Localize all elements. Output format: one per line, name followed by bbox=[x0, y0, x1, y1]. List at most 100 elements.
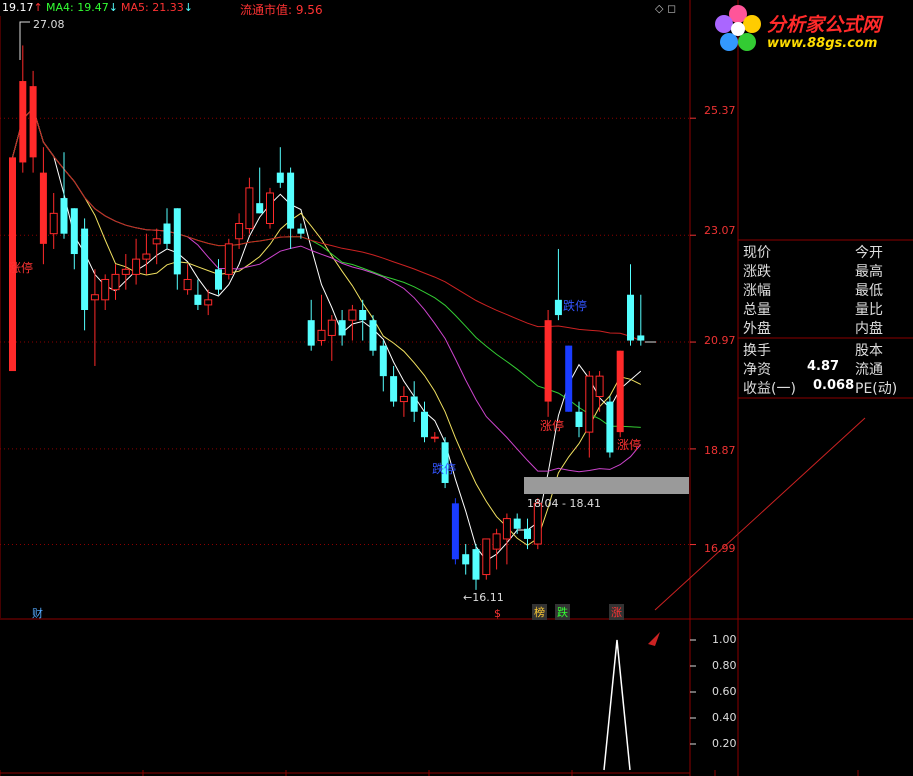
candle-body bbox=[327, 319, 336, 336]
candle-body bbox=[472, 549, 480, 580]
candle-body bbox=[142, 253, 151, 260]
window-control-icons[interactable]: ◇ ◻ bbox=[655, 2, 676, 15]
candle-body bbox=[70, 208, 78, 255]
quote-value: 0.068 bbox=[813, 378, 855, 393]
candle-body bbox=[359, 310, 367, 321]
candle-body bbox=[338, 320, 346, 336]
sub-axis-label: 0.20 bbox=[712, 737, 737, 750]
flower-logo-icon bbox=[715, 5, 761, 51]
candle-body bbox=[287, 172, 295, 229]
candle-body bbox=[379, 345, 387, 377]
ma-red-line bbox=[12, 107, 641, 342]
candle-body bbox=[430, 436, 439, 439]
indicator-spike-line bbox=[603, 639, 631, 771]
candle-body bbox=[276, 172, 284, 183]
candle-body bbox=[348, 309, 357, 321]
candle-body bbox=[90, 294, 99, 301]
limit-up-tag: 涨停 bbox=[540, 419, 565, 433]
event-marker[interactable]: $ bbox=[494, 607, 501, 620]
candle-body bbox=[544, 320, 552, 402]
candle-body bbox=[317, 329, 326, 342]
quote-label: PE(动) bbox=[855, 381, 898, 397]
arrow-head-icon bbox=[648, 632, 660, 646]
quote-label: 换手 bbox=[743, 343, 771, 359]
stock-chart-window: 19.17↑ MA4: 19.47↓ MA5: 21.33↓ 流通市值: 9.5… bbox=[0, 0, 913, 776]
candle-body bbox=[39, 172, 47, 244]
quote-label: 总量 bbox=[743, 302, 771, 318]
quote-label: 收益(一) bbox=[743, 381, 796, 397]
quote-label: 量比 bbox=[855, 302, 883, 318]
candle-body bbox=[121, 268, 130, 275]
finance-marker[interactable]: 财 bbox=[32, 605, 43, 621]
quote-value: 4.87 bbox=[807, 359, 840, 374]
candle-body bbox=[565, 345, 573, 412]
price-axis-label: 16.99 bbox=[704, 542, 736, 555]
candle-body bbox=[183, 278, 192, 291]
sub-axis-label: 0.40 bbox=[712, 711, 737, 724]
quote-label: 最高 bbox=[855, 264, 883, 280]
limit-up-tag: 涨停 bbox=[9, 261, 34, 275]
limit-down-marker[interactable]: 跌 bbox=[555, 604, 570, 620]
limit-down-tag: 跌停 bbox=[432, 462, 457, 476]
price-axis-label: 20.97 bbox=[704, 334, 736, 347]
candle-body bbox=[627, 294, 634, 341]
candle-body bbox=[451, 503, 459, 560]
candle-body bbox=[524, 528, 531, 539]
candle-body bbox=[266, 192, 274, 225]
quote-row: 换手 股本 bbox=[741, 340, 913, 359]
candle-body bbox=[60, 198, 68, 234]
candle-body bbox=[307, 320, 315, 346]
quote-label: 流通 bbox=[855, 362, 883, 378]
candle-body bbox=[369, 320, 377, 351]
price-axis-label: 25.37 bbox=[704, 104, 736, 117]
logo-title: 分析家公式网 bbox=[767, 14, 882, 36]
candle-body bbox=[235, 223, 244, 240]
ma4-value: MA4: 19.47↓ bbox=[46, 1, 118, 14]
candle-body bbox=[49, 212, 58, 235]
quote-row: 外盘 内盘 bbox=[741, 318, 913, 337]
price-range-box bbox=[524, 477, 689, 494]
candle-body bbox=[132, 258, 141, 275]
quote-row: 收益(一) 0.068 PE(动) bbox=[741, 378, 913, 397]
quote-row: 总量 量比 bbox=[741, 299, 913, 318]
quote-row: 涨跌 最高 bbox=[741, 261, 913, 280]
candle-body bbox=[256, 203, 264, 214]
range-label: 18.04 - 18.41 bbox=[527, 497, 601, 510]
sub-axis-label: 1.00 bbox=[712, 633, 737, 646]
candle-body bbox=[29, 86, 37, 158]
quote-label: 外盘 bbox=[743, 321, 771, 337]
candle-body bbox=[152, 238, 161, 245]
quote-label: 今开 bbox=[855, 245, 883, 261]
ma-first-value: 19.17↑ bbox=[2, 1, 43, 14]
candle-body bbox=[410, 396, 418, 412]
candle-body bbox=[554, 299, 562, 316]
price-axis-label: 18.87 bbox=[704, 444, 736, 457]
candle-body bbox=[173, 208, 181, 275]
quote-label: 最低 bbox=[855, 283, 883, 299]
candle-body bbox=[637, 335, 645, 341]
logo-url[interactable]: www.88gs.com bbox=[767, 36, 877, 51]
quote-label: 股本 bbox=[855, 343, 883, 359]
quote-label: 涨幅 bbox=[743, 283, 771, 299]
low-price-label: ←16.11 bbox=[463, 591, 504, 604]
quote-row: 净资 4.87 流通 bbox=[741, 359, 913, 378]
quote-row: 涨幅 最低 bbox=[741, 280, 913, 299]
indicator-subchart[interactable] bbox=[0, 620, 913, 776]
sub-axis-label: 0.80 bbox=[712, 659, 737, 672]
quote-label: 涨跌 bbox=[743, 264, 771, 280]
limit-up-marker[interactable]: 涨 bbox=[609, 604, 624, 620]
candle-body bbox=[245, 187, 254, 230]
candle-body bbox=[492, 533, 501, 550]
quote-row: 现价 今开 bbox=[741, 242, 913, 261]
candle-body bbox=[194, 294, 202, 305]
candle-body bbox=[585, 375, 594, 433]
candle-body bbox=[101, 278, 110, 301]
ma5-value: MA5: 21.33↓ bbox=[121, 1, 193, 14]
dragon-tiger-marker[interactable]: 榜 bbox=[532, 604, 547, 620]
candle-body bbox=[575, 411, 583, 428]
candle-body bbox=[502, 518, 511, 540]
high-price-pointer bbox=[19, 21, 30, 60]
limit-down-tag: 跌停 bbox=[563, 299, 588, 313]
annotation-arrow bbox=[654, 417, 866, 611]
high-price-label: 27.08 bbox=[33, 18, 65, 31]
